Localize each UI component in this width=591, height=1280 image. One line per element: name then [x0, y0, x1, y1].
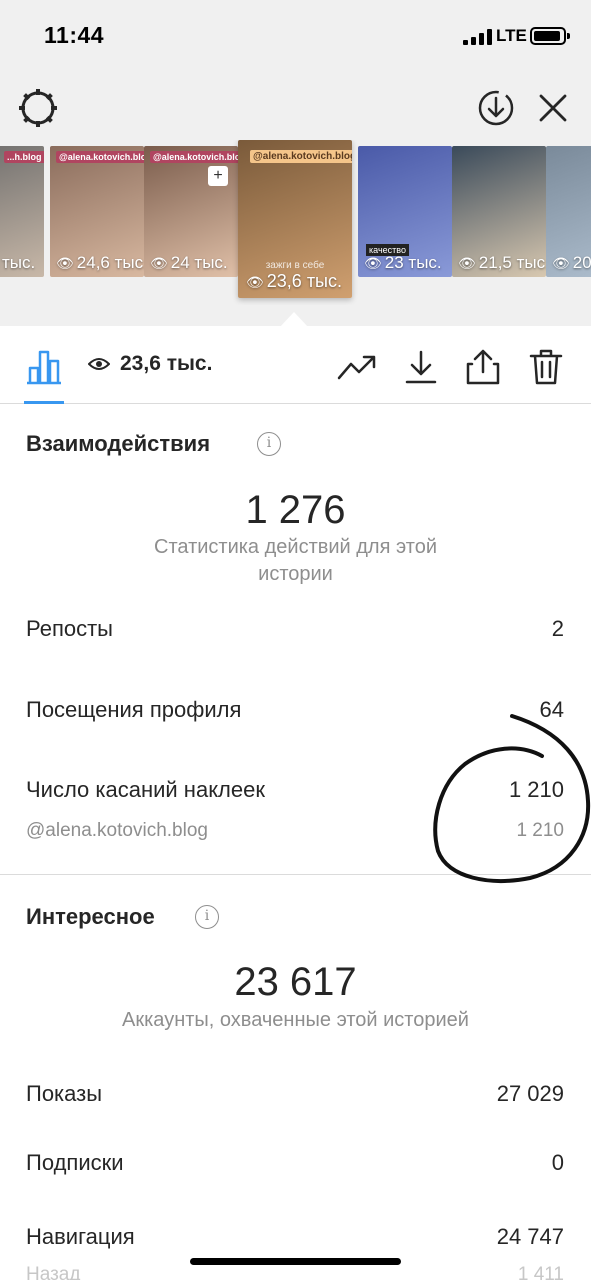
reposts-value: 2	[551, 616, 564, 641]
story-caption: зажги в себе	[265, 260, 325, 271]
insights-tabbar: 23,6 тыс.	[0, 326, 591, 404]
home-indicator	[190, 1258, 401, 1265]
story-views: 👁 24 тыс.	[150, 253, 228, 272]
bar-chart-icon[interactable]	[24, 346, 64, 386]
follows-label: Подписки	[26, 1150, 124, 1175]
eye-icon: 👁	[458, 255, 476, 271]
share-icon	[466, 349, 500, 385]
reposts-label: Репосты	[26, 616, 113, 641]
follows-value: 0	[551, 1150, 564, 1175]
status-time: 11:44	[44, 22, 105, 48]
promote-button[interactable]	[336, 346, 378, 388]
sticker-taps-value: 1 210	[508, 777, 564, 802]
eye-icon: 👁	[56, 255, 74, 271]
battery-icon	[530, 27, 570, 45]
trash-icon	[529, 349, 563, 385]
share-button[interactable]	[462, 346, 504, 388]
reach-total: 23 617	[234, 960, 357, 1004]
circle-download-icon	[478, 90, 514, 126]
save-story-button[interactable]	[474, 86, 518, 130]
delete-button[interactable]	[525, 346, 567, 388]
story-header-sheet: 11:44 LTE ...h.blog тыс. @alena.kotovich…	[0, 0, 591, 326]
reach-caption: Аккаунты, охваченные этой историей	[122, 1009, 469, 1031]
story-thumb[interactable]: ...h.blog тыс.	[0, 146, 44, 277]
story-thumb[interactable]: качество 👁 23 тыс.	[358, 146, 452, 277]
story-views: 👁 23,6 тыс.	[246, 271, 342, 291]
story-tag: @alena.kotovich.blog	[250, 150, 352, 163]
navigation-value: 24 747	[496, 1224, 564, 1249]
interactions-total: 1 276	[245, 488, 346, 532]
mention-sticker-value: 1 210	[516, 820, 564, 841]
back-label: Назад	[26, 1264, 81, 1280]
story-thumb[interactable]: 👁 20	[546, 146, 591, 277]
settings-button[interactable]	[16, 86, 60, 130]
stories-strip[interactable]: ...h.blog тыс. @alena.kotovich.blog 👁 24,…	[0, 140, 591, 305]
story-views: 👁 24,6 тыс.	[56, 253, 144, 272]
mention-sticker-label: @alena.kotovich.blog	[26, 820, 208, 841]
story-thumb[interactable]: @alena.kotovich.blog 👁 24,6 тыс.	[50, 146, 144, 277]
status-bar: 11:44 LTE	[0, 0, 591, 70]
views-count: 23,6 тыс.	[88, 352, 212, 376]
story-views: 👁 20	[552, 253, 591, 272]
interactions-caption: Статистика действий для этой истории	[154, 536, 437, 585]
active-tab-indicator	[24, 401, 64, 404]
story-thumb-selected[interactable]: @alena.kotovich.blog зажги в себе 👁 23,6 …	[238, 140, 352, 298]
gear-icon	[19, 89, 57, 127]
profile-visits-value: 64	[539, 697, 564, 722]
story-tag: @alena.kotovich.blog	[150, 151, 238, 163]
interactions-title: Взаимодействия	[26, 431, 211, 456]
download-icon	[405, 350, 437, 384]
story-views: 👁 21,5 тыс.	[458, 253, 546, 272]
sticker-taps-label: Число касаний наклеек	[26, 777, 265, 802]
eye-icon: 👁	[552, 255, 570, 271]
info-icon[interactable]: i	[195, 905, 219, 929]
discovery-title: Интересное	[26, 904, 155, 929]
story-thumb[interactable]: @alena.kotovich.blog + 👁 24 тыс.	[144, 146, 238, 277]
navigation-label: Навигация	[26, 1224, 135, 1249]
eye-icon: 👁	[246, 274, 264, 290]
story-thumb[interactable]: 👁 21,5 тыс.	[452, 146, 546, 277]
profile-visits-label: Посещения профиля	[26, 697, 242, 722]
signal-icon	[463, 29, 492, 45]
eye-icon: 👁	[364, 255, 382, 271]
close-button[interactable]	[531, 86, 575, 130]
eye-icon: 👁	[150, 255, 168, 271]
impressions-value: 27 029	[496, 1081, 564, 1106]
story-tag: @alena.kotovich.blog	[56, 151, 144, 163]
add-icon: +	[208, 166, 228, 186]
eye-icon	[88, 358, 110, 370]
download-button[interactable]	[400, 346, 442, 388]
network-label: LTE	[496, 26, 527, 45]
story-views: 👁 23 тыс.	[364, 253, 442, 272]
trending-icon	[337, 355, 376, 380]
views-count-label: 23,6 тыс.	[120, 352, 213, 375]
info-icon[interactable]: i	[257, 432, 281, 456]
insights-panel: 23,6 тыс. Взаимодействия i 1 276 Статист…	[0, 326, 591, 1280]
story-tag: ...h.blog	[4, 151, 44, 163]
back-value: 1 411	[517, 1264, 564, 1280]
impressions-label: Показы	[26, 1081, 103, 1106]
close-icon	[539, 94, 567, 122]
section-divider	[0, 874, 591, 875]
story-views: тыс.	[2, 253, 36, 272]
